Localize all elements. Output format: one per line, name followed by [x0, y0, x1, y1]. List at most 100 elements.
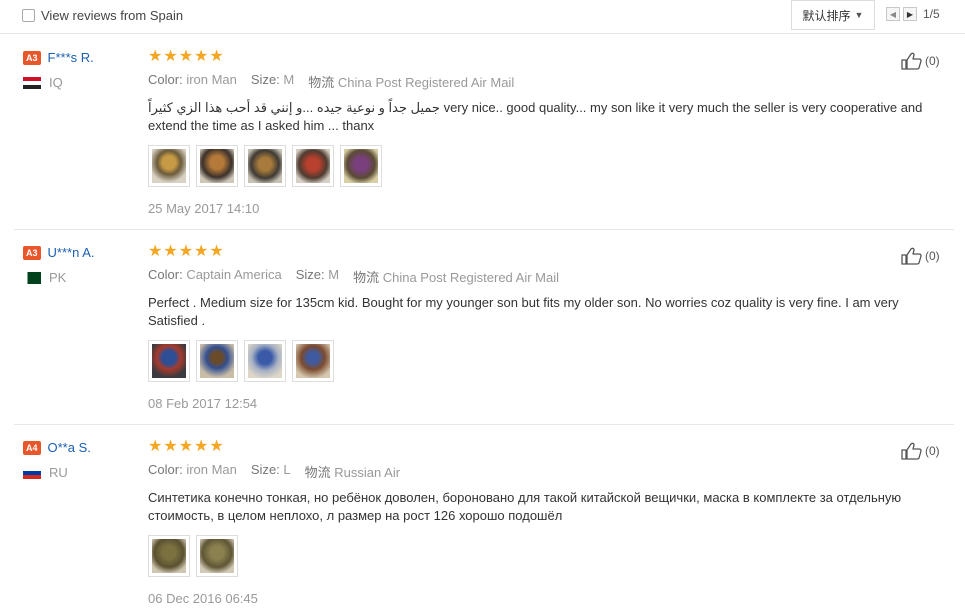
star-icon: ★ — [163, 438, 178, 455]
buyer-level-badge: A4 — [23, 440, 41, 455]
review-photo[interactable] — [196, 340, 238, 382]
star-rating: ★ ★ ★ ★ ★ — [148, 244, 938, 260]
review-item: A3 U***n A. PK ★ ★ ★ ★ ★ Color: Captain Amer… — [14, 230, 954, 425]
review-text: Perfect . Medium size for 135cm kid. Bou… — [148, 295, 899, 328]
size-label: Size: — [250, 72, 280, 87]
filter-checkbox[interactable] — [22, 9, 35, 22]
size-label: Size: — [295, 267, 325, 282]
review-photo[interactable] — [292, 145, 334, 187]
review-photo[interactable] — [148, 535, 190, 577]
review-content: ★ ★ ★ ★ ★ Color: iron Man Size: M 物流 China P… — [148, 49, 938, 216]
review-text: Синтетика конечно тонкая, но ребёнок дов… — [148, 490, 902, 523]
review-content: ★ ★ ★ ★ ★ Color: Captain America Size: M 物流 … — [148, 244, 938, 411]
thumbs-up-icon — [901, 442, 922, 460]
review-content: ★ ★ ★ ★ ★ Color: iron Man Size: L 物流 Russian… — [148, 439, 938, 606]
logistics-value: Russian Air — [334, 465, 401, 480]
review-photo[interactable] — [340, 145, 382, 187]
star-icon: ★ — [148, 48, 163, 65]
helpful-count: (0) — [925, 54, 940, 68]
spain-filter[interactable]: View reviews from Spain — [22, 8, 183, 23]
star-rating: ★ ★ ★ ★ ★ — [148, 49, 938, 65]
sort-label: 默认排序 — [802, 8, 851, 23]
review-photo[interactable] — [196, 145, 238, 187]
thumbs-up-icon — [901, 52, 922, 70]
helpful-button[interactable]: (0) — [900, 246, 940, 266]
review-photo[interactable] — [196, 535, 238, 577]
logistics-value: China Post Registered Air Mail — [337, 75, 515, 90]
star-icon: ★ — [163, 48, 178, 65]
prev-page-button[interactable]: ◀ — [886, 7, 900, 21]
review-date: 08 Feb 2017 12:54 — [148, 396, 258, 411]
thumbs-up-icon — [901, 247, 922, 265]
review-photo[interactable] — [244, 340, 286, 382]
review-item: A3 F***s R. IQ ★ ★ ★ ★ ★ Color: iron Man Siz… — [14, 35, 954, 230]
logistics-label: 物流 — [308, 75, 335, 90]
review-photos — [148, 340, 938, 382]
star-icon: ★ — [178, 243, 194, 260]
star-icon: ★ — [194, 243, 209, 260]
review-date: 06 Dec 2016 06:45 — [148, 591, 258, 606]
size-value: L — [283, 462, 291, 477]
size-label: Size: — [250, 462, 280, 477]
order-attributes: Color: iron Man Size: M 物流 China Post Re… — [148, 72, 938, 91]
review-date: 25 May 2017 14:10 — [148, 201, 260, 216]
reviewer-name[interactable]: U***n A. — [48, 245, 95, 260]
helpful-count: (0) — [925, 249, 940, 263]
color-label: Color: — [148, 72, 183, 87]
logistics-value: China Post Registered Air Mail — [382, 270, 560, 285]
star-icon: ★ — [148, 243, 163, 260]
iraq-flag-icon — [23, 76, 41, 89]
country-code: RU — [49, 465, 68, 480]
russia-flag-icon — [23, 466, 41, 479]
next-page-button[interactable]: ▶ — [903, 7, 917, 21]
buyer-level-badge: A3 — [23, 50, 41, 65]
pakistan-flag-icon — [23, 271, 41, 284]
star-icon: ★ — [194, 48, 209, 65]
country-code: PK — [49, 270, 67, 285]
size-value: M — [328, 267, 340, 282]
size-value: M — [283, 72, 295, 87]
order-attributes: Color: iron Man Size: L 物流 Russian Air — [148, 462, 938, 481]
helpful-button[interactable]: (0) — [900, 441, 940, 461]
logistics-label: 物流 — [304, 465, 331, 480]
review-item: A4 O**a S. RU ★ ★ ★ ★ ★ Color: iron Man Size… — [14, 425, 954, 611]
page-indicator: 1/5 — [923, 7, 940, 21]
reviewer-info: A4 O**a S. RU — [23, 440, 143, 480]
color-value: iron Man — [186, 462, 237, 477]
review-photo[interactable] — [244, 145, 286, 187]
reviewer-info: A3 F***s R. IQ — [23, 50, 143, 90]
color-label: Color: — [148, 267, 183, 282]
country-code: IQ — [49, 75, 63, 90]
star-icon: ★ — [163, 243, 178, 260]
star-icon: ★ — [178, 438, 194, 455]
logistics-label: 物流 — [353, 270, 380, 285]
helpful-count: (0) — [925, 444, 940, 458]
star-rating: ★ ★ ★ ★ ★ — [148, 439, 938, 455]
reviewer-name[interactable]: F***s R. — [48, 50, 94, 65]
buyer-level-badge: A3 — [23, 245, 41, 260]
order-attributes: Color: Captain America Size: M 物流 China … — [148, 267, 938, 286]
filter-label: View reviews from Spain — [41, 8, 184, 23]
color-label: Color: — [148, 462, 183, 477]
review-photos — [148, 145, 938, 187]
review-photo[interactable] — [292, 340, 334, 382]
star-icon: ★ — [209, 48, 224, 65]
star-icon: ★ — [209, 438, 224, 455]
star-icon: ★ — [194, 438, 209, 455]
star-icon: ★ — [148, 438, 163, 455]
chevron-down-icon: ▼ — [854, 10, 864, 20]
review-photo[interactable] — [148, 340, 190, 382]
color-value: Captain America — [186, 267, 282, 282]
helpful-button[interactable]: (0) — [900, 51, 940, 71]
star-icon: ★ — [178, 48, 194, 65]
review-text: جميل جداً و نوعية جيده ...و إنني قد أحب … — [148, 100, 923, 133]
pagination: ◀ ▶ 1/5 — [886, 7, 940, 21]
reviewer-info: A3 U***n A. PK — [23, 245, 143, 285]
review-photos — [148, 535, 938, 577]
sort-dropdown[interactable]: 默认排序 ▼ — [791, 0, 875, 30]
color-value: iron Man — [186, 72, 237, 87]
review-photo[interactable] — [148, 145, 190, 187]
review-toolbar: View reviews from Spain 默认排序 ▼ ◀ ▶ 1/5 — [0, 0, 965, 34]
reviewer-name[interactable]: O**a S. — [48, 440, 91, 455]
star-icon: ★ — [209, 243, 224, 260]
